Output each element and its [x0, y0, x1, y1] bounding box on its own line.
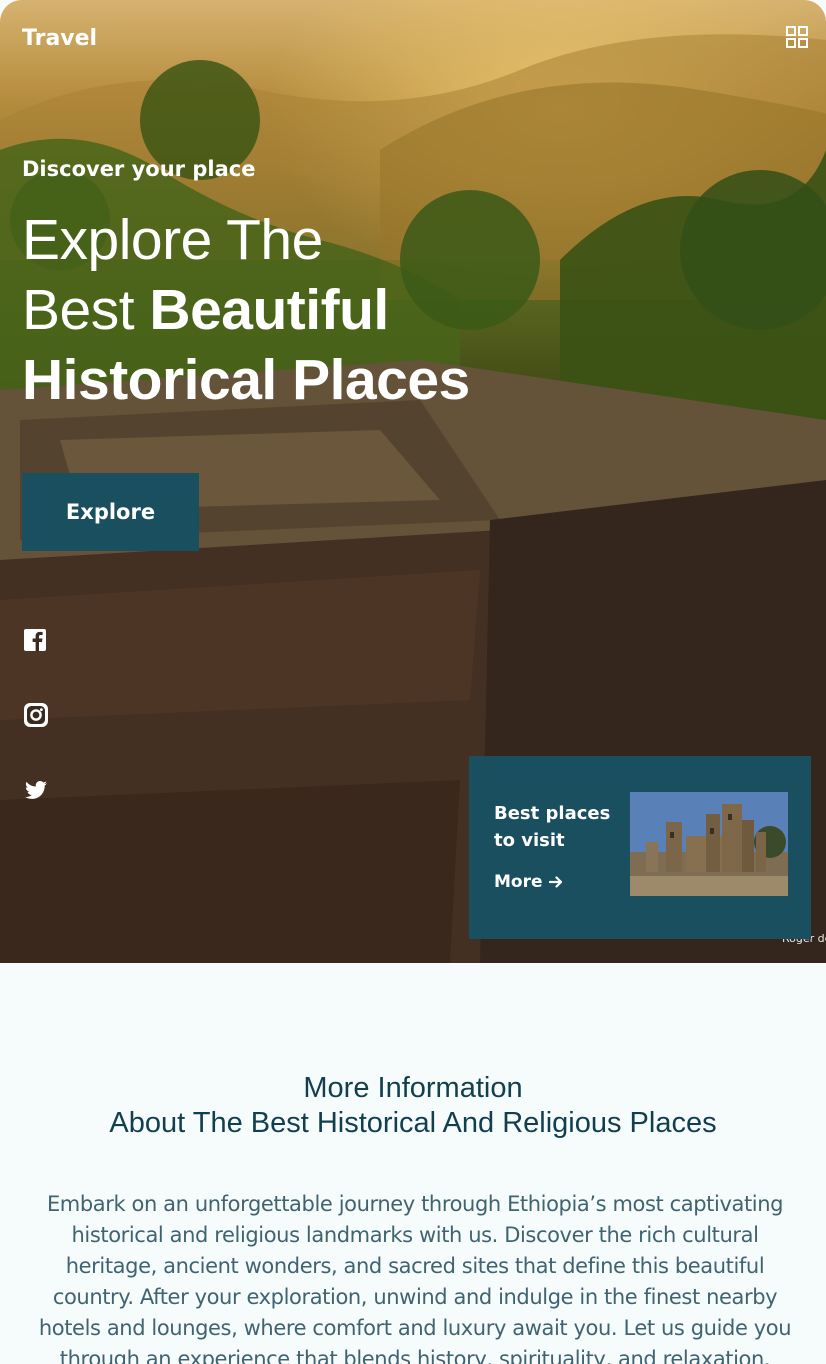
explore-button[interactable]: Explore	[22, 473, 199, 551]
card-title: Best places to visit	[494, 803, 611, 851]
grid-menu-icon[interactable]	[786, 26, 808, 48]
hero-tagline: Discover your place	[22, 157, 256, 181]
info-heading-line2: About The Best Historical And Religious …	[109, 1107, 717, 1139]
facebook-icon[interactable]	[23, 628, 49, 654]
page: Travel Discover your place Explore The B…	[0, 0, 826, 1364]
arrow-right-icon	[548, 876, 562, 888]
info-heading: More Information About The Best Historic…	[0, 1071, 826, 1141]
twitter-icon[interactable]	[23, 777, 49, 803]
more-link[interactable]: More	[494, 872, 563, 892]
headline-line2-bold: Beautiful	[149, 278, 389, 342]
info-body-text: Embark on an unforgettable journey throu…	[38, 1192, 792, 1364]
info-section: More Information About The Best Historic…	[0, 963, 826, 1364]
castle-thumbnail-image	[630, 792, 788, 896]
instagram-icon[interactable]	[23, 702, 49, 728]
hero-section: Travel Discover your place Explore The B…	[0, 0, 826, 963]
brand-logo-text[interactable]: Travel	[22, 26, 97, 51]
headline-line2-light: Best	[22, 278, 135, 342]
more-link-label: More	[494, 872, 543, 892]
info-heading-line1: More Information	[303, 1072, 523, 1104]
headline-line1: Explore The	[22, 208, 323, 272]
headline-line3: Historical Places	[22, 348, 470, 412]
hero-headline: Explore The Best Beautiful Historical Pl…	[22, 205, 662, 415]
best-places-card[interactable]: Best places to visit More	[469, 756, 811, 939]
